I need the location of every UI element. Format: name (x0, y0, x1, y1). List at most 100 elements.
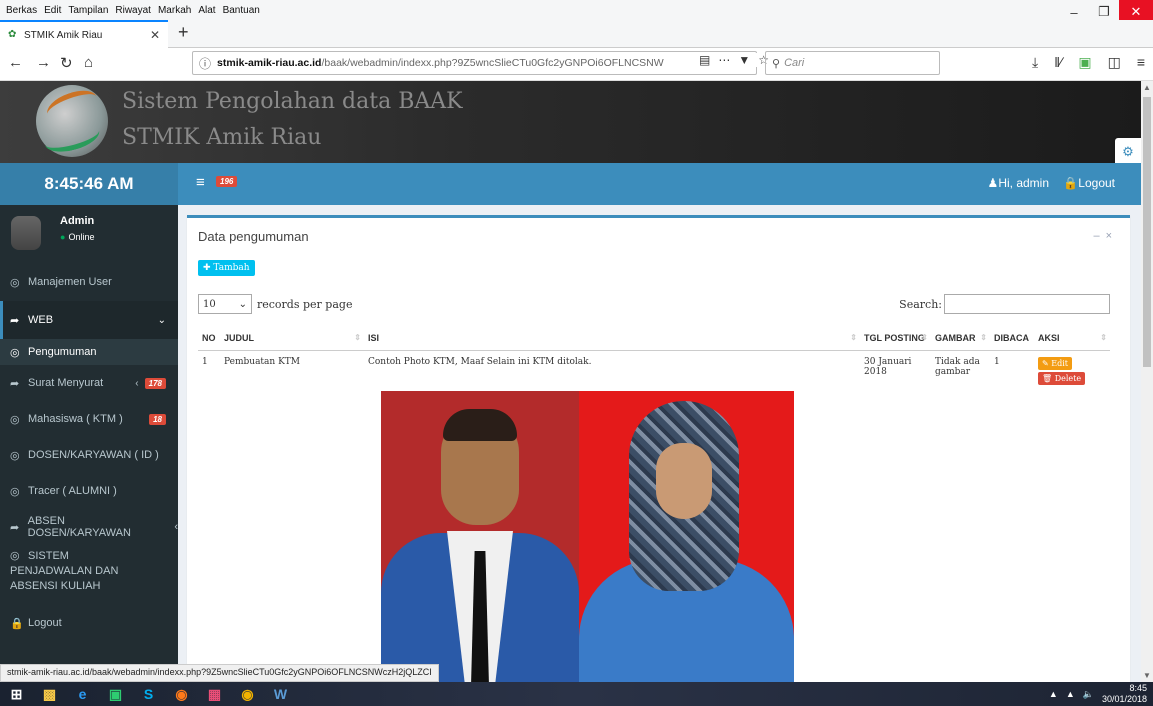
extension-icon[interactable]: ▣ (1078, 54, 1091, 71)
sidebar-item-dosen-karyawan[interactable]: ◎ DOSEN/KARYAWAN ( ID ) (0, 437, 178, 473)
circle-dot-icon: ◎ (10, 485, 20, 498)
add-button[interactable]: ✚ Tambah (198, 260, 255, 276)
page-scrollbar[interactable]: ▲ ▼ (1141, 81, 1153, 682)
app-icon[interactable]: ▦ (198, 682, 231, 706)
sidebar-item-manajemen-user[interactable]: ◎ Manajemen User (0, 263, 178, 301)
browser-tab[interactable]: ✿ STMIK Amik Riau ✕ (0, 20, 168, 48)
new-tab-icon[interactable]: + (178, 22, 189, 43)
cell-isi: Contoh Photo KTM, Maaf Selain ini KTM di… (368, 356, 592, 367)
sidebar-item-label: Manajemen User (28, 276, 112, 288)
notification-badge[interactable]: 196 (216, 176, 238, 187)
menu-alat[interactable]: Alat (198, 5, 215, 16)
tray-chevron-icon[interactable]: ▲ (1049, 689, 1058, 699)
sidebar-item-logout[interactable]: 🔒 Logout (0, 605, 178, 641)
col-no[interactable]: NO (198, 326, 220, 351)
file-explorer-icon[interactable]: ▩ (33, 682, 66, 706)
info-icon[interactable]: ⓘ (199, 55, 211, 72)
cell-aksi: ✎ Edit 🗑 Delete (1034, 350, 1110, 391)
col-judul[interactable]: JUDUL ⇕ (220, 326, 364, 351)
table-row: 1 Pembuatan KTM Contoh Photo KTM, Maaf S… (198, 350, 1110, 391)
user-status: ● Online (60, 232, 94, 242)
col-label: ISI (368, 332, 380, 343)
plus-icon: ✚ (203, 263, 214, 273)
logout-link[interactable]: 🔒Logout (1063, 176, 1115, 190)
announcement-table: NO JUDUL ⇕ ISI ⇕ TGL POSTING ⇕ GAMBAR ⇕ DIBA… (198, 326, 1110, 391)
menu-berkas[interactable]: Berkas (6, 5, 37, 16)
sidebar-item-label: Pengumuman (28, 346, 97, 358)
settings-gear-icon[interactable]: ⚙ (1115, 138, 1141, 166)
main-content: Data pengumuman –× ✚ Tambah 10 ⌄ records … (178, 205, 1141, 682)
cell-tgl: 30 Januari 2018 (864, 356, 912, 377)
reload-icon[interactable]: ↻ (60, 54, 73, 72)
sidebar-item-absen[interactable]: ➦ ABSEN DOSEN/KARYAWAN ‹ (0, 509, 178, 545)
search-bar[interactable]: ⚲ Cari (765, 51, 940, 75)
records-per-page-select[interactable]: 10 ⌄ (198, 294, 252, 314)
page-actions-icon[interactable]: ⋯ (718, 53, 730, 67)
menu-bantuan[interactable]: Bantuan (223, 5, 260, 16)
edit-button[interactable]: ✎ Edit (1038, 356, 1072, 370)
circle-dot-icon: ◎ (10, 276, 20, 289)
taskbar-clock[interactable]: 8:45 30/01/2018 (1102, 683, 1147, 705)
close-tab-icon[interactable]: ✕ (150, 28, 160, 42)
download-icon[interactable]: ⤓ (1032, 54, 1038, 71)
delete-label: Delete (1054, 373, 1082, 383)
menu-riwayat[interactable]: Riwayat (115, 5, 151, 16)
scroll-up-icon[interactable]: ▲ (1143, 83, 1151, 92)
url-actions: ▤ ⋯ ▼ ☆ (695, 53, 769, 67)
forward-icon[interactable]: → (36, 54, 51, 71)
sidebar-item-web[interactable]: ➦ WEB ⌄ (0, 301, 178, 339)
sidebar-item-tracer[interactable]: ◎ Tracer ( ALUMNI ) (0, 473, 178, 509)
pocket-icon[interactable]: ▼ (738, 53, 750, 67)
remove-icon[interactable]: × (1106, 230, 1118, 242)
network-icon[interactable]: ▲ (1066, 689, 1075, 699)
store-icon[interactable]: ▣ (99, 682, 132, 706)
user-icon: ♟ (987, 176, 999, 190)
edit-label: Edit (1051, 358, 1068, 368)
delete-button[interactable]: 🗑 Delete (1038, 371, 1086, 385)
col-aksi[interactable]: AKSI ⇕ (1034, 326, 1110, 351)
word-icon[interactable]: W (264, 682, 297, 706)
hamburger-menu-icon[interactable]: ≡ (1137, 54, 1145, 71)
back-icon[interactable]: ← (8, 54, 23, 71)
sidebar-item-penjadwalan[interactable]: ◎ SISTEM PENJADWALAN DAN ABSENSI KULIAH (0, 549, 178, 595)
col-tgl-posting[interactable]: TGL POSTING ⇕ (860, 326, 931, 351)
top-navbar: 8:45:46 AM ≡ 196 ♟Hi, admin 🔒Logout (0, 163, 1141, 205)
user-greeting-label: Hi, admin (998, 176, 1049, 190)
col-gambar[interactable]: GAMBAR ⇕ (931, 326, 990, 351)
link-status-bar: stmik-amik-riau.ac.id/baak/webadmin/inde… (0, 664, 439, 682)
edit-icon: ✎ (1042, 358, 1052, 368)
collapse-icon[interactable]: – (1093, 230, 1105, 242)
library-icon[interactable]: ‖∕ (1054, 54, 1062, 71)
table-search: Search: (899, 294, 1110, 314)
volume-icon[interactable]: 🔈 (1083, 689, 1094, 700)
user-greeting[interactable]: ♟Hi, admin (988, 176, 1049, 190)
chrome-icon[interactable]: ◉ (231, 682, 264, 706)
menu-tampilan[interactable]: Tampilan (68, 5, 108, 16)
menu-edit[interactable]: Edit (44, 5, 61, 16)
user-panel: Admin ● Online (0, 205, 178, 263)
chevron-down-icon: ⌄ (157, 314, 166, 326)
sidebar-item-mahasiswa[interactable]: ◎ Mahasiswa ( KTM ) 18 (0, 401, 178, 437)
menu-markah[interactable]: Markah (158, 5, 191, 16)
col-dibaca[interactable]: DIBACA (990, 326, 1034, 351)
sidebar-item-label: Surat Menyurat (28, 377, 104, 389)
lock-icon: 🔒 (1063, 176, 1079, 190)
reader-view-icon[interactable]: ▤ (699, 53, 710, 67)
col-isi[interactable]: ISI ⇕ (364, 326, 860, 351)
scroll-down-icon[interactable]: ▼ (1143, 671, 1151, 680)
start-icon[interactable]: ⊞ (0, 682, 33, 706)
sidebar-toggle-icon[interactable]: ◫ (1108, 54, 1121, 71)
home-icon[interactable]: ⌂ (84, 54, 93, 71)
sidebar-item-surat-menyurat[interactable]: ➦ Surat Menyurat ‹ 178 (0, 365, 178, 401)
search-input[interactable] (944, 294, 1110, 314)
firefox-icon[interactable]: ◉ (165, 682, 198, 706)
url-bar[interactable]: ⓘ stmik-amik-riau.ac.id /baak/webadmin/i… (192, 51, 757, 75)
col-label: GAMBAR (935, 332, 976, 343)
web-page: Sistem Pengolahan data BAAK STMIK Amik R… (0, 81, 1141, 682)
internet-explorer-icon[interactable]: e (66, 682, 99, 706)
skype-icon[interactable]: S (132, 682, 165, 706)
scrollbar-thumb[interactable] (1143, 97, 1151, 367)
sidebar-item-pengumuman[interactable]: ◎ Pengumuman (0, 339, 178, 365)
tab-bar: ✿ STMIK Amik Riau ✕ + (0, 20, 1153, 48)
sidebar-toggle-icon[interactable]: ≡ (196, 174, 205, 191)
